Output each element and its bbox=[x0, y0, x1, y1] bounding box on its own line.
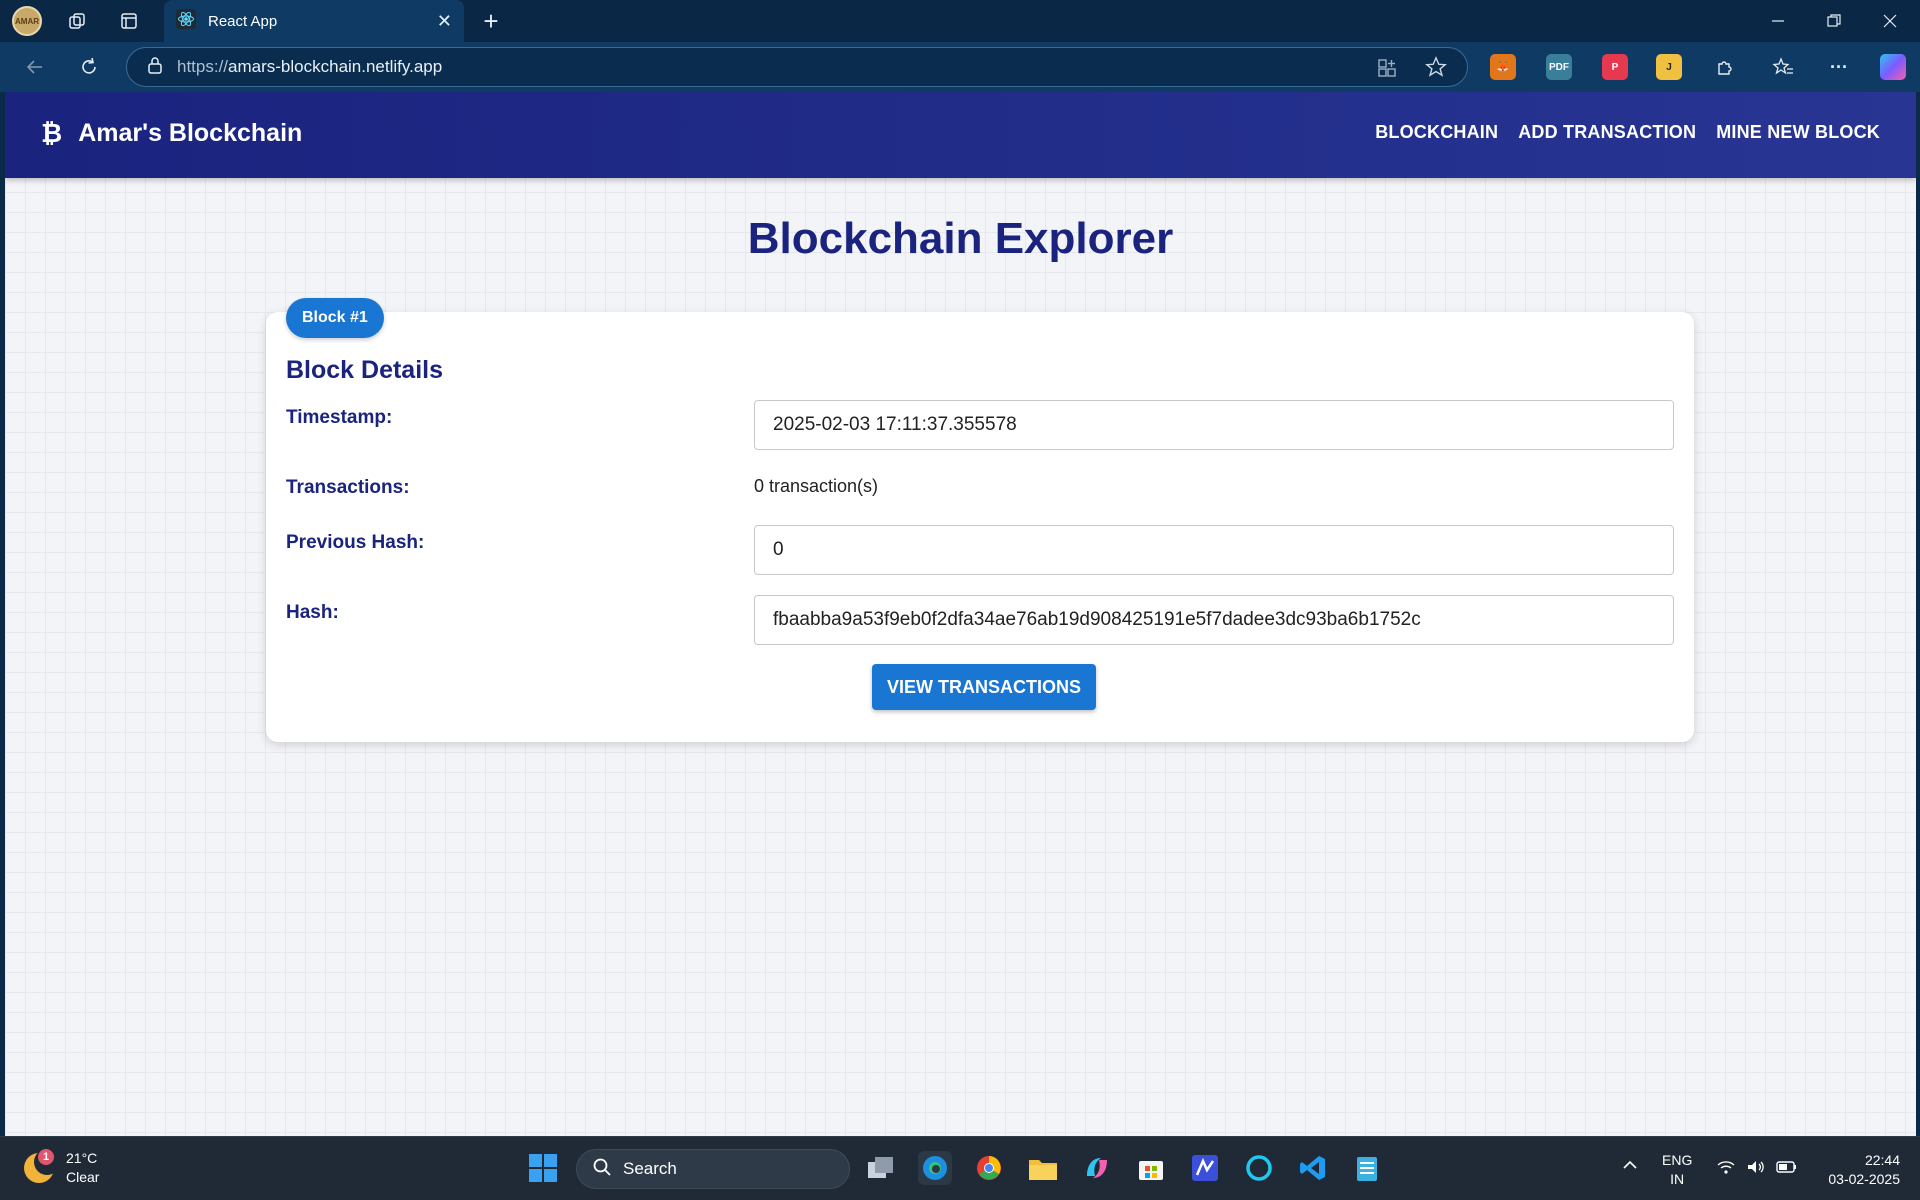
chrome-icon[interactable] bbox=[972, 1151, 1006, 1185]
language-indicator[interactable]: ENG IN bbox=[1662, 1151, 1692, 1189]
remote-app-icon[interactable] bbox=[1188, 1151, 1222, 1185]
weather-widget[interactable]: 1 21°C Clear bbox=[24, 1149, 99, 1187]
windows-taskbar: 1 21°C Clear Search ENG IN 22:44 03-02-2… bbox=[0, 1136, 1920, 1200]
back-icon[interactable] bbox=[20, 52, 50, 82]
volume-icon[interactable] bbox=[1746, 1159, 1766, 1180]
minimize-icon[interactable] bbox=[1750, 0, 1806, 42]
page-title: Blockchain Explorer bbox=[747, 214, 1174, 263]
task-view-icon[interactable] bbox=[864, 1151, 898, 1185]
url-text[interactable]: https://amars-blockchain.netlify.app bbox=[177, 57, 442, 77]
tab-title: React App bbox=[208, 12, 278, 30]
bitcoin-icon: ₿ bbox=[41, 118, 63, 148]
transactions-count: 0 transaction(s) bbox=[754, 476, 879, 496]
nav-blockchain[interactable]: BLOCKCHAIN bbox=[1375, 122, 1498, 143]
new-tab-icon[interactable]: + bbox=[476, 6, 506, 36]
close-window-icon[interactable] bbox=[1862, 0, 1918, 42]
previous-hash-field[interactable]: 0 bbox=[754, 525, 1674, 575]
search-icon bbox=[593, 1158, 611, 1181]
start-icon[interactable] bbox=[526, 1151, 560, 1185]
copilot-icon[interactable] bbox=[1880, 54, 1906, 80]
timestamp-field[interactable]: 2025-02-03 17:11:37.355578 bbox=[754, 400, 1674, 450]
workspaces-icon[interactable] bbox=[62, 6, 92, 36]
wifi-icon[interactable] bbox=[1716, 1159, 1736, 1180]
copilot-taskbar-icon[interactable] bbox=[1080, 1151, 1114, 1185]
file-explorer-icon[interactable] bbox=[1026, 1151, 1060, 1185]
nav-add-transaction[interactable]: ADD TRANSACTION bbox=[1518, 122, 1696, 143]
main-nav: BLOCKCHAIN ADD TRANSACTION MINE NEW BLOC… bbox=[1375, 122, 1880, 143]
browser-tab-active[interactable]: React App ✕ bbox=[164, 0, 464, 42]
hash-field[interactable]: fbaabba9a53f9eb0f2dfa34ae76ab19d90842519… bbox=[754, 595, 1674, 645]
restore-icon[interactable] bbox=[1806, 0, 1862, 42]
alexa-icon[interactable] bbox=[1242, 1151, 1276, 1185]
notes-extension-icon[interactable]: J bbox=[1656, 54, 1682, 80]
weather-badge: 1 bbox=[38, 1149, 54, 1165]
block-number-badge: Block #1 bbox=[286, 298, 384, 338]
taskbar-search[interactable]: Search bbox=[576, 1149, 850, 1189]
favorite-star-icon[interactable] bbox=[1425, 56, 1447, 83]
tab-actions-icon[interactable] bbox=[114, 6, 144, 36]
profile-avatar[interactable]: AMAR bbox=[12, 6, 42, 36]
previous-hash-label: Previous Hash: bbox=[286, 532, 425, 553]
app-available-icon[interactable] bbox=[1377, 58, 1397, 83]
search-placeholder: Search bbox=[623, 1159, 677, 1178]
pocket-extension-icon[interactable]: P bbox=[1602, 54, 1628, 80]
block-details-title: Block Details bbox=[286, 356, 444, 384]
battery-icon[interactable] bbox=[1776, 1159, 1798, 1180]
timestamp-label: Timestamp: bbox=[286, 407, 393, 428]
app-header: ₿ Amar's Blockchain BLOCKCHAIN ADD TRANS… bbox=[5, 92, 1916, 178]
browser-toolbar: https://amars-blockchain.netlify.app 🦊 P… bbox=[0, 42, 1920, 92]
temperature: 21°C bbox=[66, 1150, 98, 1166]
vscode-icon[interactable] bbox=[1296, 1151, 1330, 1185]
brand[interactable]: ₿ Amar's Blockchain bbox=[41, 118, 302, 149]
extensions-icon[interactable] bbox=[1712, 54, 1738, 80]
more-options-icon[interactable]: ··· bbox=[1826, 54, 1852, 80]
block-card: Block Details Timestamp: 2025-02-03 17:1… bbox=[266, 312, 1694, 742]
browser-tab-bar: AMAR React App ✕ + bbox=[0, 0, 1920, 42]
close-tab-icon[interactable]: ✕ bbox=[437, 11, 452, 32]
clock[interactable]: 22:44 03-02-2025 bbox=[1812, 1151, 1900, 1189]
page-viewport: ₿ Amar's Blockchain BLOCKCHAIN ADD TRANS… bbox=[5, 92, 1916, 1136]
nav-mine-new-block[interactable]: MINE NEW BLOCK bbox=[1716, 122, 1880, 143]
view-transactions-button[interactable]: VIEW TRANSACTIONS bbox=[872, 664, 1096, 710]
transactions-label: Transactions: bbox=[286, 477, 410, 498]
moon-icon: 1 bbox=[24, 1149, 60, 1183]
show-hidden-icons-icon[interactable] bbox=[1622, 1157, 1638, 1178]
weather-condition: Clear bbox=[66, 1169, 100, 1185]
reload-icon[interactable] bbox=[74, 52, 104, 82]
store-icon[interactable] bbox=[1134, 1151, 1168, 1185]
notepad-icon[interactable] bbox=[1350, 1151, 1384, 1185]
lock-icon[interactable] bbox=[147, 56, 163, 79]
favorites-icon[interactable] bbox=[1770, 54, 1796, 80]
address-bar[interactable]: https://amars-blockchain.netlify.app bbox=[126, 47, 1468, 87]
hash-label: Hash: bbox=[286, 602, 339, 623]
metamask-extension-icon[interactable]: 🦊 bbox=[1490, 54, 1516, 80]
edge-icon[interactable] bbox=[918, 1151, 952, 1185]
react-icon bbox=[176, 8, 196, 34]
pdf-extension-icon[interactable]: PDF bbox=[1546, 54, 1572, 80]
brand-name: Amar's Blockchain bbox=[78, 119, 303, 147]
